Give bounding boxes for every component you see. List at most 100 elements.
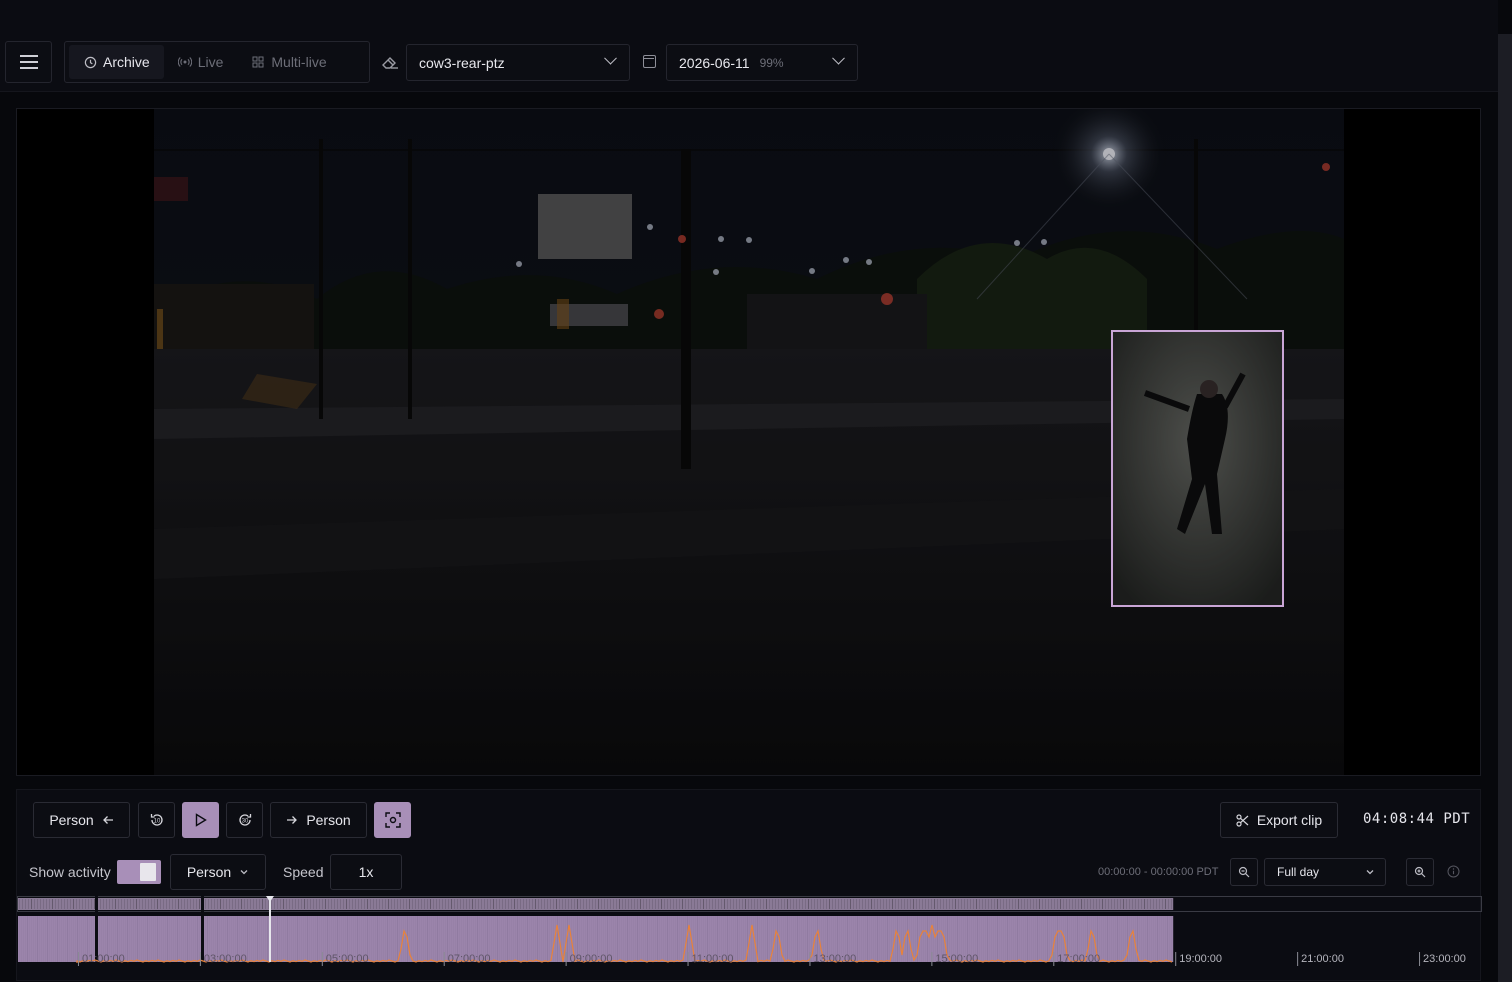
export-clip-button[interactable]: Export clip (1220, 802, 1338, 838)
overview-tick (256, 899, 257, 909)
overview-tick (910, 899, 911, 909)
hour-label: 21:00:00 (1301, 953, 1344, 965)
speed-select[interactable]: 1x (330, 854, 402, 890)
overview-tick (997, 899, 998, 909)
mode-switcher: Archive Live Multi-live (64, 41, 370, 83)
recorded-stripe (375, 916, 376, 962)
zoom-in-button[interactable] (1406, 858, 1434, 886)
recorded-stripe (175, 916, 176, 962)
recorded-stripe (439, 916, 440, 962)
focus-detection-button[interactable] (374, 802, 411, 838)
overview-tick (592, 899, 593, 909)
overview-tick (376, 899, 377, 909)
recorded-stripe (57, 916, 58, 962)
overview-tick (613, 899, 614, 909)
recorded-stripe (923, 916, 924, 962)
overview-tick (499, 899, 500, 909)
overview-tick (1018, 899, 1019, 909)
recorded-stripe (299, 916, 300, 962)
recorded-stripe (195, 916, 196, 962)
overview-tick (1168, 899, 1169, 909)
camera-select[interactable]: cow3-rear-ptz (406, 44, 630, 81)
overview-tick (448, 899, 449, 909)
recorded-stripe (145, 916, 146, 962)
overview-tick (196, 899, 197, 909)
detection-bounding-box[interactable] (1111, 330, 1284, 607)
overview-tick (718, 899, 719, 909)
overview-tick (832, 899, 833, 909)
prev-event-label: Person (49, 812, 94, 828)
overview-tick (877, 899, 878, 909)
recorded-stripe (405, 916, 406, 962)
zoom-out-button[interactable] (1230, 858, 1258, 886)
recorded-stripe (915, 916, 916, 962)
recorded-stripe (25, 916, 26, 962)
recorded-stripe (1011, 916, 1012, 962)
recorded-stripe (125, 916, 126, 962)
menu-button[interactable] (5, 41, 52, 83)
overview-tick (673, 899, 674, 909)
recorded-stripe (261, 916, 262, 962)
overview-tick (166, 899, 167, 909)
overview-tick (106, 899, 107, 909)
overview-tick (856, 899, 857, 909)
recorded-stripe (1049, 916, 1050, 962)
overview-tick (916, 899, 917, 909)
forward-30-button[interactable]: 30 (226, 802, 263, 838)
overview-tick (142, 899, 143, 909)
eraser-icon[interactable] (380, 52, 400, 72)
recorded-stripe (737, 916, 738, 962)
tab-archive[interactable]: Archive (69, 45, 164, 79)
recorded-stripe (997, 916, 998, 962)
recorded-stripe (993, 916, 994, 962)
overview-tick (589, 899, 590, 909)
activity-timeline[interactable]: 01:00:00 03:00:00 05:00:00 07:00:00 09:00:00… (17, 896, 1482, 968)
next-event-button[interactable]: Person (270, 802, 367, 838)
zoom-preset-select[interactable]: Full day (1264, 858, 1386, 886)
recorded-stripe (185, 916, 186, 962)
recorded-stripe (51, 916, 52, 962)
overview-tick (766, 899, 767, 909)
overview-tick (871, 899, 872, 909)
recorded-stripe (627, 916, 628, 962)
arrow-left-icon (102, 816, 113, 824)
rewind-seconds: 10 (153, 819, 160, 825)
overview-tick (1108, 899, 1109, 909)
recorded-stripe (1159, 916, 1160, 962)
video-player[interactable] (16, 108, 1481, 776)
overview-tick (379, 899, 380, 909)
object-filter-select[interactable]: Person (170, 854, 266, 890)
overview-tick (364, 899, 365, 909)
overview-tick (649, 899, 650, 909)
overview-tick (925, 899, 926, 909)
recorded-stripe (1111, 916, 1112, 962)
overview-tick (745, 899, 746, 909)
tab-live[interactable]: Live (164, 45, 238, 79)
overview-tick (118, 899, 119, 909)
recorded-stripe (1143, 916, 1144, 962)
play-button[interactable] (182, 802, 219, 838)
recorded-stripe (863, 916, 864, 962)
tab-multi-live[interactable]: Multi-live (237, 45, 340, 79)
overview-tick (19, 899, 20, 909)
info-icon[interactable] (1447, 865, 1460, 883)
overview-tick (445, 899, 446, 909)
overview-tick (1069, 899, 1070, 909)
overview-tick (619, 899, 620, 909)
overview-tick (1060, 899, 1061, 909)
overview-tick (1171, 899, 1172, 909)
date-select[interactable]: 2026-06-11 99% (666, 44, 858, 81)
prev-event-button[interactable]: Person (33, 802, 130, 838)
overview-tick (82, 899, 83, 909)
recorded-stripe (541, 916, 542, 962)
hour-label: 07:00:00 (448, 953, 491, 965)
rewind-10-button[interactable]: 10 (138, 802, 175, 838)
page-scrollbar[interactable] (1498, 0, 1512, 982)
overview-tick (952, 899, 953, 909)
recorded-stripe (929, 916, 930, 962)
overview-tick (472, 899, 473, 909)
show-activity-toggle[interactable] (117, 860, 161, 884)
recorded-stripe (635, 916, 636, 962)
recorded-stripe (755, 916, 756, 962)
recorded-stripe (873, 916, 874, 962)
